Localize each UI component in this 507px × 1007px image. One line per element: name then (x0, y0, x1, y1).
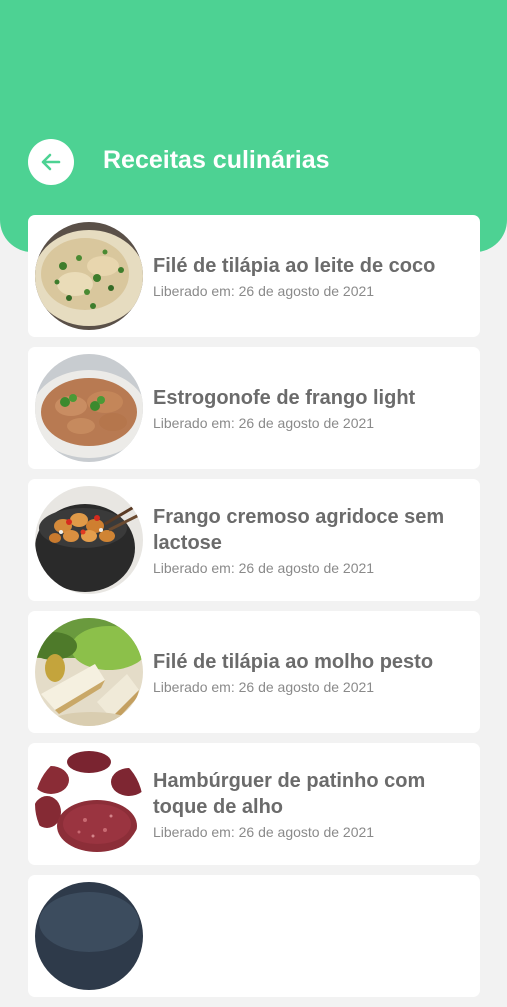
recipe-card[interactable] (28, 875, 480, 997)
recipe-card[interactable]: Filé de tilápia ao molho pesto Liberado … (28, 611, 480, 733)
recipe-card[interactable]: Hambúrguer de patinho com toque de alho … (28, 743, 480, 865)
recipe-list: Filé de tilápia ao leite de coco Liberad… (28, 215, 480, 1007)
recipe-title: Estrogonofe de frango light (153, 386, 416, 409)
recipe-image (35, 354, 143, 462)
recipe-image (35, 618, 143, 726)
arrow-left-icon (41, 153, 61, 171)
recipe-release-date: Liberado em: 26 de agosto de 2021 (153, 823, 375, 840)
recipe-release-date: Liberado em: 26 de agosto de 2021 (153, 559, 375, 576)
recipe-card[interactable]: Estrogonofe de frango light Liberado em:… (28, 347, 480, 469)
page-title: Receitas culinárias (103, 146, 330, 174)
recipe-release-date: Liberado em: 26 de agosto de 2021 (153, 678, 375, 695)
recipe-release-date: Liberado em: 26 de agosto de 2021 (153, 282, 375, 299)
recipe-card[interactable]: Frango cremoso agridoce sem lactose Libe… (28, 479, 480, 601)
recipe-image (35, 750, 143, 858)
recipe-title: Filé de tilápia ao leite de coco (153, 254, 436, 277)
recipe-release-date: Liberado em: 26 de agosto de 2021 (153, 414, 375, 431)
recipe-card[interactable]: Filé de tilápia ao leite de coco Liberad… (28, 215, 480, 337)
back-button[interactable] (28, 139, 74, 185)
recipe-image (35, 486, 143, 594)
recipe-image (35, 882, 143, 990)
recipe-title: Frango cremoso agridoce sem lactose (153, 505, 445, 554)
recipe-title: Filé de tilápia ao molho pesto (153, 650, 434, 673)
recipe-image (35, 222, 143, 330)
recipe-title: Hambúrguer de patinho com toque de alho (153, 769, 426, 818)
